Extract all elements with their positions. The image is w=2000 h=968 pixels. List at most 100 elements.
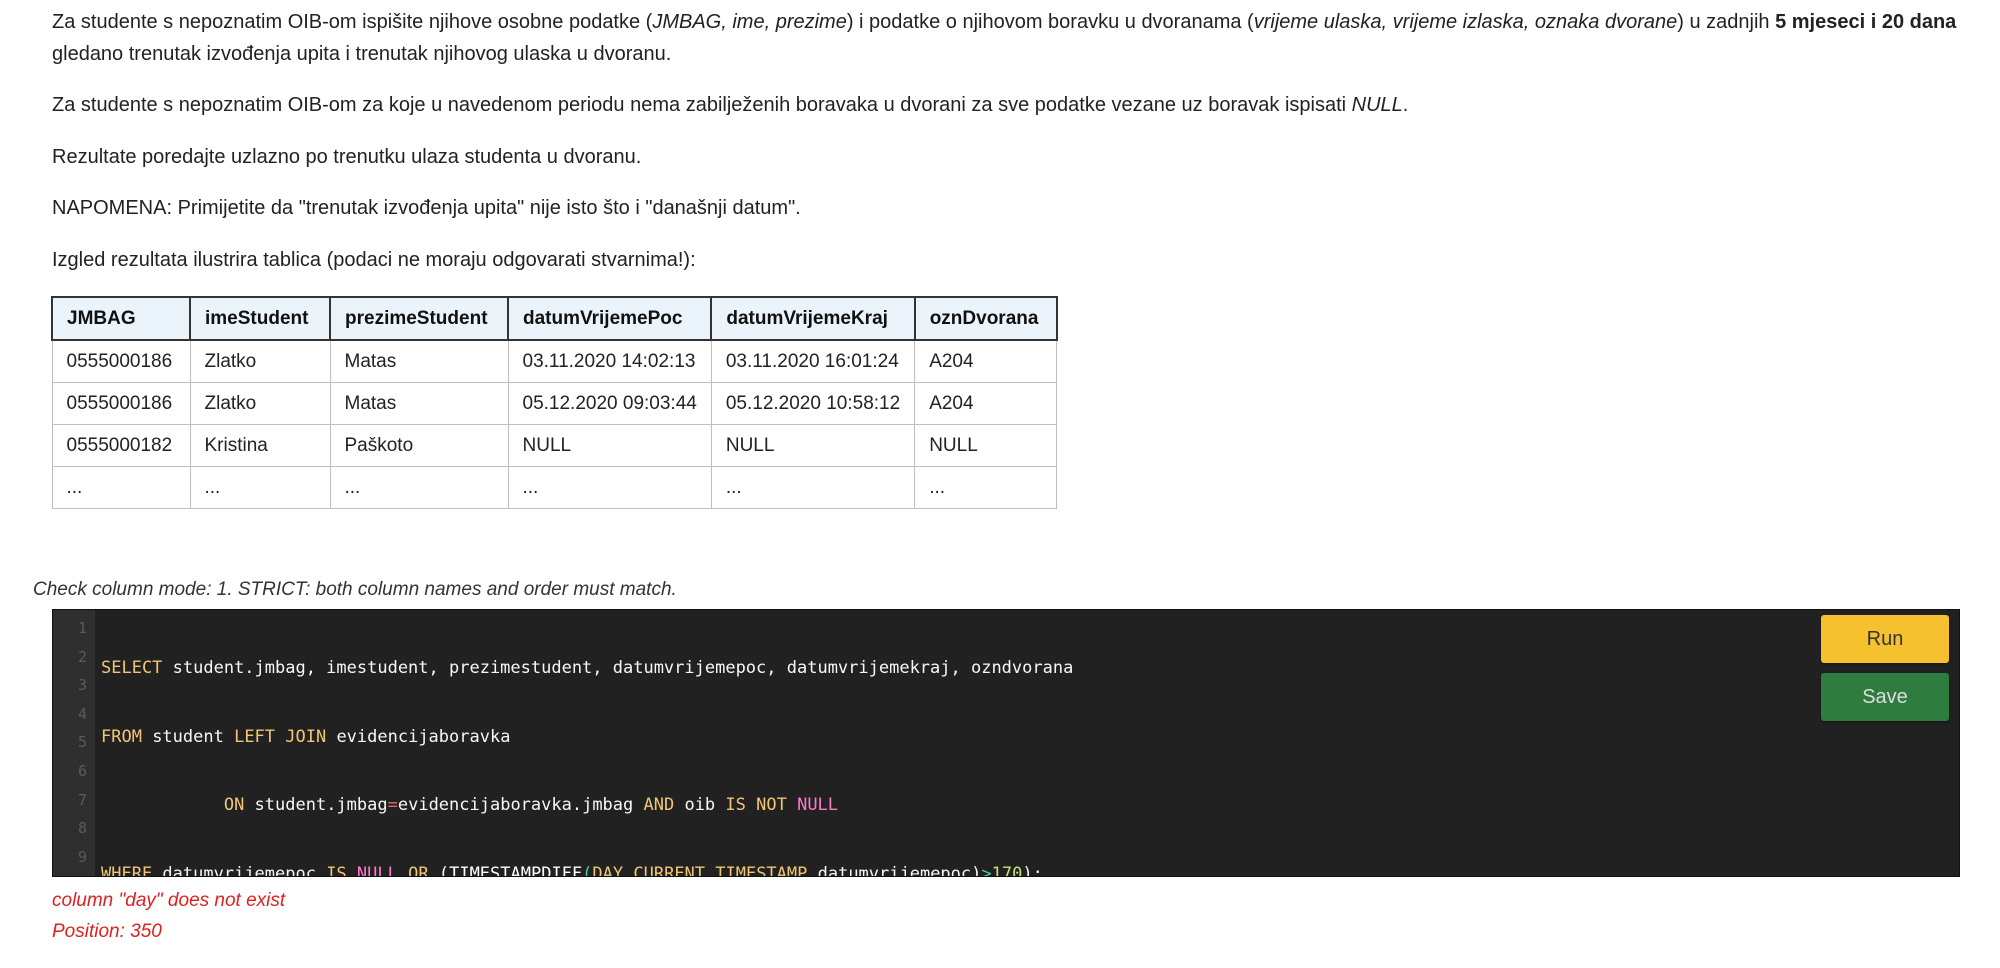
sql-keyword: NULL bbox=[356, 863, 398, 877]
table-cell: A204 bbox=[914, 339, 1058, 383]
column-header: datumVrijemePoc bbox=[506, 296, 713, 341]
table-cell: Matas bbox=[329, 339, 509, 383]
sql-code-editor[interactable]: 1 2 3 4 5 6 7 8 9 SELECT student.jmbag, … bbox=[52, 609, 1960, 877]
sql-keyword: AND bbox=[643, 795, 675, 816]
sql-operator: = bbox=[387, 795, 398, 816]
table-cell: Matas bbox=[329, 382, 509, 425]
task-paragraph-2: Za studente s nepoznatim OIB-om za koje … bbox=[52, 89, 1408, 121]
table-cell: NULL bbox=[710, 424, 916, 467]
text-segment: 5 mjeseci i 20 dana bbox=[1775, 11, 1957, 33]
code-text: ( bbox=[428, 863, 450, 877]
text-segment: NULL bbox=[1351, 94, 1403, 116]
line-number: 4 bbox=[77, 704, 87, 723]
line-number: 9 bbox=[77, 847, 87, 866]
code-line[interactable]: FROM student LEFT JOIN evidencijaboravka bbox=[101, 723, 1073, 752]
table-cell: Paškoto bbox=[329, 424, 509, 467]
task-paragraph-3: Rezultate poredajte uzlazno po trenutku … bbox=[52, 146, 642, 168]
table-cell: 0555000186 bbox=[51, 382, 191, 425]
table-cell: ... bbox=[914, 466, 1058, 509]
sql-keyword: IS NOT bbox=[725, 795, 787, 816]
text-segment: gledano trenutak izvođenja upita i trenu… bbox=[52, 43, 672, 65]
line-number: 1 bbox=[77, 619, 87, 637]
table-cell: ... bbox=[189, 466, 331, 509]
error-message: column "day" does not exist bbox=[52, 890, 286, 911]
line-number: 6 bbox=[77, 761, 87, 780]
line-number: 2 bbox=[77, 647, 87, 666]
column-header: JMBAG bbox=[51, 296, 191, 341]
sql-keyword: SELECT bbox=[101, 658, 163, 678]
table-cell: NULL bbox=[914, 424, 1058, 467]
sql-operator: > bbox=[981, 863, 992, 877]
code-text: ); bbox=[1022, 863, 1043, 877]
sql-keyword: ON bbox=[223, 795, 245, 816]
table-cell: ... bbox=[507, 466, 712, 509]
task-paragraph-4: NAPOMENA: Primijetite da "trenutak izvođ… bbox=[52, 197, 801, 219]
table-cell: 03.11.2020 14:02:13 bbox=[507, 339, 712, 383]
column-header: imeStudent bbox=[189, 296, 331, 341]
code-text: oib bbox=[674, 795, 726, 816]
sql-number: 170 bbox=[991, 863, 1023, 877]
run-button[interactable]: Run bbox=[1821, 615, 1949, 663]
check-column-mode-label: Check column mode: 1. STRICT: both colum… bbox=[33, 579, 677, 600]
column-header: prezimeStudent bbox=[329, 296, 509, 341]
table-cell: 0555000186 bbox=[51, 339, 191, 383]
table-cell: ... bbox=[329, 466, 509, 509]
code-text: evidencijaboravka.jmbag bbox=[397, 795, 644, 816]
code-text: evidencijaboravka bbox=[326, 726, 511, 747]
error-position: Position: 350 bbox=[52, 921, 162, 942]
task-paragraph-5: Izgled rezultata ilustrira tablica (poda… bbox=[52, 249, 696, 271]
table-cell: 03.11.2020 16:01:24 bbox=[710, 339, 916, 383]
code-line[interactable]: ON student.jmbag=evidencijaboravka.jmbag… bbox=[101, 791, 1073, 820]
text-segment: ) i podatke o njihovom boravku u dvorana… bbox=[846, 11, 1254, 33]
table-cell: Zlatko bbox=[189, 339, 331, 383]
table-cell: 0555000182 bbox=[51, 424, 191, 467]
code-line[interactable]: SELECT student.jmbag, imestudent, prezim… bbox=[101, 654, 1073, 683]
table-cell: ... bbox=[710, 466, 916, 509]
text-segment: Za studente s nepoznatim OIB-om za koje … bbox=[52, 94, 1352, 116]
table-cell: Zlatko bbox=[189, 382, 331, 425]
code-area[interactable]: SELECT student.jmbag, imestudent, prezim… bbox=[101, 614, 1073, 877]
sql-keyword: DAY bbox=[592, 863, 624, 877]
sql-keyword: LEFT JOIN bbox=[234, 726, 327, 747]
table-row: ... ... ... ... ... ... bbox=[51, 466, 1058, 509]
table-cell: 05.12.2020 10:58:12 bbox=[710, 382, 916, 425]
save-button[interactable]: Save bbox=[1821, 673, 1949, 721]
table-cell: 05.12.2020 09:03:44 bbox=[507, 382, 712, 425]
line-number: 3 bbox=[77, 676, 87, 695]
table-cell: ... bbox=[51, 466, 191, 509]
sql-keyword: IS bbox=[326, 863, 347, 877]
sql-keyword: CURRENT_TIMESTAMP bbox=[633, 863, 808, 877]
line-number-gutter: 1 2 3 4 5 6 7 8 9 bbox=[53, 610, 95, 876]
code-text: ( bbox=[582, 863, 593, 877]
example-result-table: JMBAG imeStudent prezimeStudent datumVri… bbox=[51, 296, 1058, 509]
line-number: 7 bbox=[77, 790, 87, 809]
column-header: datumVrijemeKraj bbox=[710, 296, 916, 341]
sql-function: TIMESTAMPDIFF bbox=[449, 863, 583, 877]
table-cell: A204 bbox=[914, 382, 1058, 425]
sql-keyword: WHERE bbox=[101, 863, 153, 877]
text-segment: JMBAG, ime, prezime bbox=[652, 11, 847, 33]
code-text: datumvrijemepoc bbox=[152, 863, 327, 877]
code-text: student.jmbag, imestudent, prezimestuden… bbox=[162, 658, 1074, 678]
table-row: 0555000182 Kristina Paškoto NULL NULL NU… bbox=[51, 424, 1058, 467]
code-text: ,datumvrijemepoc) bbox=[807, 863, 982, 877]
table-header-row: JMBAG imeStudent prezimeStudent datumVri… bbox=[51, 296, 1058, 341]
code-line[interactable]: WHERE datumvrijemepoc IS NULL OR (TIMEST… bbox=[101, 860, 1073, 877]
line-number: 8 bbox=[77, 819, 87, 838]
text-segment: ) u zadnjih bbox=[1677, 11, 1776, 33]
text-segment: . bbox=[1402, 94, 1409, 116]
code-text: , bbox=[623, 863, 634, 877]
task-paragraph-1: Za studente s nepoznatim OIB-om ispišite… bbox=[52, 6, 1972, 70]
table-row: 0555000186 Zlatko Matas 05.12.2020 09:03… bbox=[51, 382, 1058, 425]
text-segment: vrijeme ulaska, vrijeme izlaska, oznaka … bbox=[1253, 11, 1678, 33]
code-text: student.jmbag bbox=[244, 795, 388, 816]
sql-keyword: OR bbox=[408, 863, 429, 877]
text-segment: Za studente s nepoznatim OIB-om ispišite… bbox=[52, 11, 653, 33]
line-number: 5 bbox=[77, 733, 87, 752]
sql-keyword: FROM bbox=[101, 726, 142, 747]
sql-keyword: NULL bbox=[797, 795, 839, 816]
